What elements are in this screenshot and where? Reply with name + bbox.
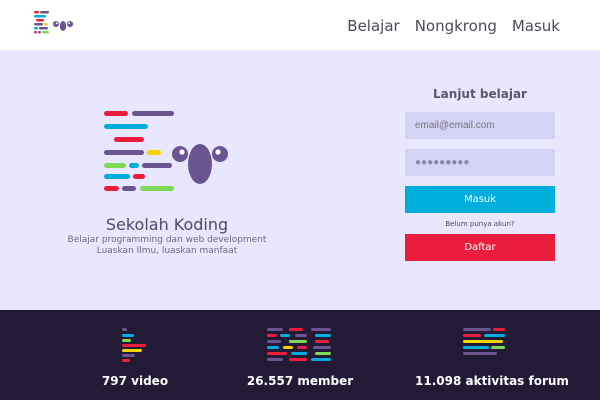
- register-button[interactable]: Daftar: [405, 234, 555, 261]
- brand-logo-icon: [104, 111, 228, 191]
- hero-section: Sekolah Koding Belajar programming dan w…: [0, 51, 600, 310]
- stat-member-label: 26.557 member: [246, 374, 354, 388]
- stat-member: 26.557 member: [240, 310, 360, 400]
- logo-icon[interactable]: [34, 11, 78, 39]
- main-nav: Belajar Nongkrong Masuk: [347, 0, 560, 51]
- member-icon: [267, 328, 331, 361]
- nav-nongkrong[interactable]: Nongkrong: [415, 17, 497, 35]
- header: Belajar Nongkrong Masuk: [0, 0, 600, 51]
- stats-section: 797 video 26.557 member 11.098 aktivitas…: [0, 310, 600, 400]
- stat-video-label: 797 video: [101, 374, 169, 388]
- password-field[interactable]: [405, 149, 555, 176]
- stat-video: 797 video: [85, 310, 185, 400]
- brand-title: Sekolah Koding: [105, 215, 229, 234]
- stat-forum-label: 11.098 aktivitas forum: [415, 374, 569, 388]
- login-form-title: Lanjut belajar: [433, 87, 527, 101]
- stat-forum: 11.098 aktivitas forum: [415, 310, 569, 400]
- nav-belajar[interactable]: Belajar: [347, 17, 399, 35]
- login-form: Lanjut belajar Masuk Belum punya akun? D…: [405, 87, 555, 261]
- nav-masuk[interactable]: Masuk: [512, 17, 560, 35]
- login-button[interactable]: Masuk: [405, 186, 555, 213]
- video-icon: [122, 328, 146, 362]
- email-field[interactable]: [405, 112, 555, 139]
- brand-subtagline: Luaskan Ilmu, luaskan manfaat: [96, 246, 238, 256]
- no-account-text: Belum punya akun?: [445, 220, 515, 228]
- brand-tagline: Belajar programming dan web development: [67, 235, 267, 245]
- forum-icon: [463, 328, 505, 355]
